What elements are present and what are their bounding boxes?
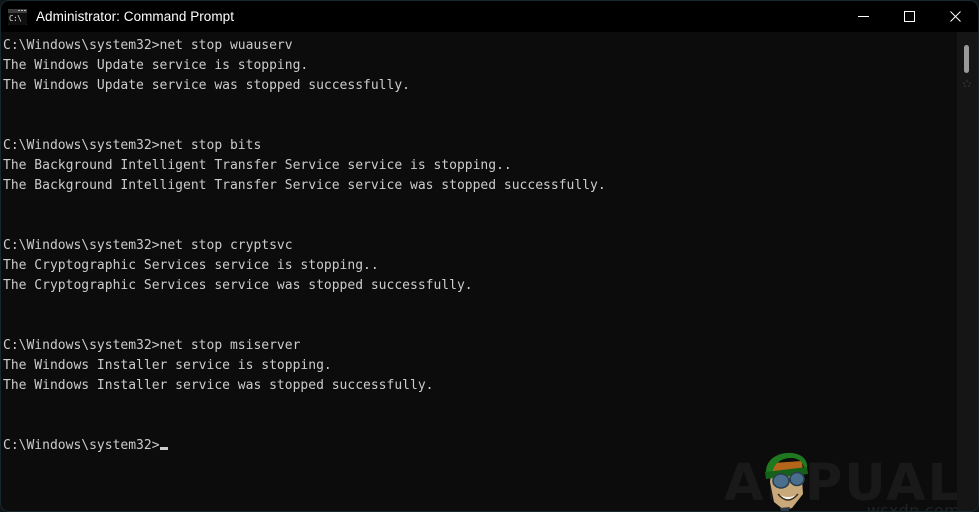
icon-screen-text: C:\ <box>8 12 27 25</box>
console-line-text: C:\Windows\system32>net stop wuauserv <box>3 38 293 53</box>
console-line-text <box>3 298 11 313</box>
console-line-text: The Windows Update service is stopping. <box>3 58 309 73</box>
scrollbar-thumb[interactable] <box>964 45 969 73</box>
console-blank-line <box>3 416 952 436</box>
watermark-site-text: wsxdn.com <box>866 501 960 511</box>
console-output-area[interactable]: APPUALS wsxdn.com C:\Windows\system32>ne… <box>1 32 978 511</box>
console-line-text: C:\Windows\system32>net stop msiserver <box>3 338 301 353</box>
console-line-text <box>3 418 11 433</box>
console-output-line: The Cryptographic Services service is st… <box>3 256 952 276</box>
window-controls <box>840 1 978 32</box>
console-output-line: The Windows Update service is stopping. <box>3 56 952 76</box>
console-blank-line <box>3 116 952 136</box>
console-line-text: The Windows Installer service is stoppin… <box>3 358 332 373</box>
scrollbar-grip-dots <box>963 80 971 88</box>
text-cursor <box>159 447 168 450</box>
console-line-text: The Background Intelligent Transfer Serv… <box>3 158 512 173</box>
console-line-text <box>3 98 11 113</box>
minimize-icon <box>857 16 869 17</box>
console-output-line: The Windows Installer service is stoppin… <box>3 356 952 376</box>
watermark-brand-text: APPUALS <box>724 454 978 511</box>
console-output-line: The Cryptographic Services service was s… <box>3 276 952 296</box>
command-prompt-window: C:\ Administrator: Command Prompt APPUAL… <box>0 0 979 512</box>
close-icon <box>949 11 961 22</box>
console-line-text: C:\Windows\system32> <box>3 438 160 453</box>
appuals-mascot-face <box>765 452 808 511</box>
console-command-line: C:\Windows\system32>net stop msiserver <box>3 336 952 356</box>
console-blank-line <box>3 216 952 236</box>
console-blank-line <box>3 296 952 316</box>
console-blank-line <box>3 96 952 116</box>
console-blank-line <box>3 316 952 336</box>
console-line-text: The Cryptographic Services service is st… <box>3 258 379 273</box>
console-command-line: C:\Windows\system32>net stop wuauserv <box>3 36 952 56</box>
console-line-text <box>3 318 11 333</box>
console-output-line: The Windows Update service was stopped s… <box>3 76 952 96</box>
console-line-text: The Cryptographic Services service was s… <box>3 278 473 293</box>
console-text: C:\Windows\system32>net stop wuauserv The… <box>3 32 952 456</box>
console-line-text <box>3 118 11 133</box>
window-title: Administrator: Command Prompt <box>36 8 235 24</box>
console-line-text <box>3 198 11 213</box>
console-blank-line <box>3 196 952 216</box>
console-line-text: C:\Windows\system32>net stop bits <box>3 138 262 153</box>
console-output-line: The Background Intelligent Transfer Serv… <box>3 156 952 176</box>
console-line-text: C:\Windows\system32>net stop cryptsvc <box>3 238 293 253</box>
console-output-line: The Background Intelligent Transfer Serv… <box>3 176 952 196</box>
console-line-text: The Windows Installer service was stoppe… <box>3 378 434 393</box>
cmd-console-icon: C:\ <box>8 8 27 25</box>
console-line-text: The Windows Update service was stopped s… <box>3 78 410 93</box>
maximize-button[interactable] <box>886 1 932 32</box>
maximize-icon <box>903 11 915 22</box>
minimize-button[interactable] <box>840 1 886 32</box>
appuals-watermark: APPUALS wsxdn.com <box>716 450 978 511</box>
title-bar[interactable]: C:\ Administrator: Command Prompt <box>1 1 978 32</box>
console-prompt-line: C:\Windows\system32> <box>3 436 952 456</box>
console-command-line: C:\Windows\system32>net stop cryptsvc <box>3 236 952 256</box>
vertical-scrollbar[interactable] <box>957 32 978 511</box>
console-line-text: The Background Intelligent Transfer Serv… <box>3 178 606 193</box>
title-bar-left: C:\ Administrator: Command Prompt <box>1 8 840 25</box>
close-button[interactable] <box>932 1 978 32</box>
console-command-line: C:\Windows\system32>net stop bits <box>3 136 952 156</box>
console-output-line: The Windows Installer service was stoppe… <box>3 376 952 396</box>
console-line-text <box>3 218 11 233</box>
console-line-text <box>3 398 11 413</box>
console-blank-line <box>3 396 952 416</box>
